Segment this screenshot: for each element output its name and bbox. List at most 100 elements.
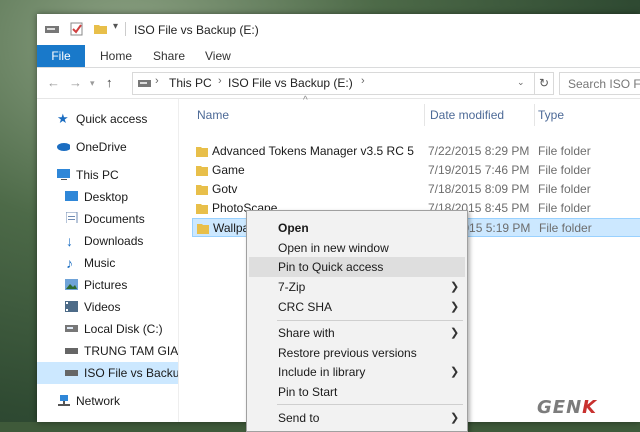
computer-icon [57,169,70,180]
menu-item-pin-start[interactable]: Pin to Start [249,382,465,402]
genk-watermark-logo: GENK [537,397,597,418]
drive-icon [65,348,78,354]
table-row[interactable]: Advanced Tokens Manager v3.5 RC 5 7/22/2… [192,142,640,161]
recent-locations-chevron-icon[interactable]: ▾ [90,78,95,89]
menu-item-include-library[interactable]: Include in library ❯ [249,362,465,382]
breadcrumb-current[interactable]: ISO File vs Backup (E:) [228,76,353,90]
nav-label: Pictures [84,278,128,292]
menu-item-share-with[interactable]: Share with ❯ [249,323,465,343]
nav-label: Music [84,256,116,270]
documents-icon [66,212,78,223]
menu-item-label: 7-Zip [278,280,306,294]
table-row[interactable]: Gotv 7/18/2015 8:09 PM File folder [192,180,640,199]
nav-trung-tam[interactable]: TRUNG TAM GIAI T [65,340,178,362]
menu-item-crc-sha[interactable]: CRC SHA ❯ [249,297,465,317]
menu-item-pin-quick-access[interactable]: Pin to Quick access [249,257,465,277]
drive-icon [45,26,59,33]
menu-item-label: Share with [278,326,335,340]
folder-icon [197,224,209,234]
nav-label: OneDrive [76,140,127,154]
menu-item-open[interactable]: Open [249,218,465,238]
file-date: 7/22/2015 8:29 PM [428,144,530,158]
menu-item-label: Include in library [278,365,366,379]
file-type: File folder [538,182,591,196]
file-name: Gotv [212,182,238,196]
music-note-icon: ♪ [66,255,73,271]
nav-label: Downloads [84,234,144,248]
folder-icon [196,185,208,195]
tab-view[interactable]: View [205,45,231,67]
nav-local-disk-c[interactable]: Local Disk (C:) [65,318,175,340]
file-date: 7/18/2015 8:09 PM [428,182,530,196]
menu-item-7zip[interactable]: 7-Zip ❯ [249,277,465,297]
nav-label: Quick access [76,112,148,126]
nav-documents[interactable]: Documents [65,208,175,230]
context-menu: Open Open in new window Pin to Quick acc… [246,210,468,432]
pictures-icon [65,279,78,290]
drive-icon [65,370,78,376]
column-header-name[interactable]: Name [197,104,229,126]
nav-desktop[interactable]: Desktop [65,186,175,208]
back-arrow-icon[interactable]: ← [47,75,60,90]
submenu-arrow-icon: ❯ [450,301,460,313]
nav-iso-file-backup[interactable]: ISO File vs Backup ( [37,362,178,384]
watermark-text-accent: K [582,397,598,418]
menu-item-label: Send to [278,411,320,425]
search-placeholder: Search ISO File vs Backup (E:) [568,77,640,91]
table-row[interactable]: Game 7/19/2015 7:46 PM File folder [192,161,640,180]
nav-quick-access[interactable]: ★ Quick access [57,108,175,130]
breadcrumb-chevron-icon[interactable]: › [155,75,159,87]
submenu-arrow-icon: ❯ [450,412,460,424]
network-icon [58,395,70,406]
file-date: 7/19/2015 7:46 PM [428,163,530,177]
menu-item-restore-previous[interactable]: Restore previous versions [249,343,465,363]
address-dropdown-icon[interactable]: ⌄ [517,77,525,88]
menu-item-label: Restore previous versions [278,346,417,360]
file-type: File folder [538,144,591,158]
title-bar: ▾ ISO File vs Backup (E:) [37,14,640,45]
menu-item-label: Open in new window [278,241,389,255]
folder-icon [196,166,208,176]
window-title: ISO File vs Backup (E:) [134,23,259,37]
nav-label: Videos [84,300,121,314]
file-name: Wallpa [213,221,250,235]
nav-videos[interactable]: Videos [65,296,175,318]
nav-onedrive[interactable]: OneDrive [57,136,175,158]
forward-arrow-icon[interactable]: → [69,75,82,90]
column-header-date[interactable]: Date modified [430,104,504,126]
nav-label: ISO File vs Backup ( [84,366,178,380]
submenu-arrow-icon: ❯ [450,281,460,293]
nav-network[interactable]: Network [57,390,175,412]
menu-item-label: CRC SHA [278,300,333,314]
refresh-icon[interactable]: ↻ [534,72,554,95]
customize-toolbar-icon[interactable]: ▾ [113,21,118,32]
nav-this-pc[interactable]: This PC [57,164,175,186]
breadcrumb-chevron-icon[interactable]: › [218,75,222,87]
tab-share[interactable]: Share [153,45,185,67]
desktop-icon [65,191,78,201]
breadcrumb-chevron-icon[interactable]: › [361,75,365,87]
submenu-arrow-icon: ❯ [450,327,460,339]
column-divider[interactable] [534,104,535,126]
breadcrumb-this-pc[interactable]: This PC [169,76,212,90]
column-header-type[interactable]: Type [538,104,564,126]
menu-item-send-to[interactable]: Send to ❯ [249,408,465,428]
search-input[interactable]: Search ISO File vs Backup (E:) [559,72,640,95]
up-arrow-icon[interactable]: ↑ [106,75,113,90]
tab-home[interactable]: Home [100,45,132,67]
column-divider[interactable] [424,104,425,126]
nav-music[interactable]: ♪ Music [65,252,175,274]
nav-downloads[interactable]: ↓ Downloads [65,230,175,252]
menu-item-label: Pin to Start [278,385,338,399]
address-bar[interactable]: › This PC › ISO File vs Backup (E:) › ⌄ [132,72,554,95]
new-folder-icon[interactable] [94,23,108,35]
menu-item-label: Open [278,221,309,235]
tab-file[interactable]: File [37,45,85,67]
nav-pictures[interactable]: Pictures [65,274,175,296]
properties-icon[interactable] [70,22,84,36]
file-name: Game [212,163,245,177]
watermark-text: GEN [537,397,583,418]
address-row: ← → ▾ ↑ › This PC › ISO File vs Backup (… [37,68,640,99]
submenu-arrow-icon: ❯ [450,366,460,378]
menu-item-open-new-window[interactable]: Open in new window [249,238,465,258]
